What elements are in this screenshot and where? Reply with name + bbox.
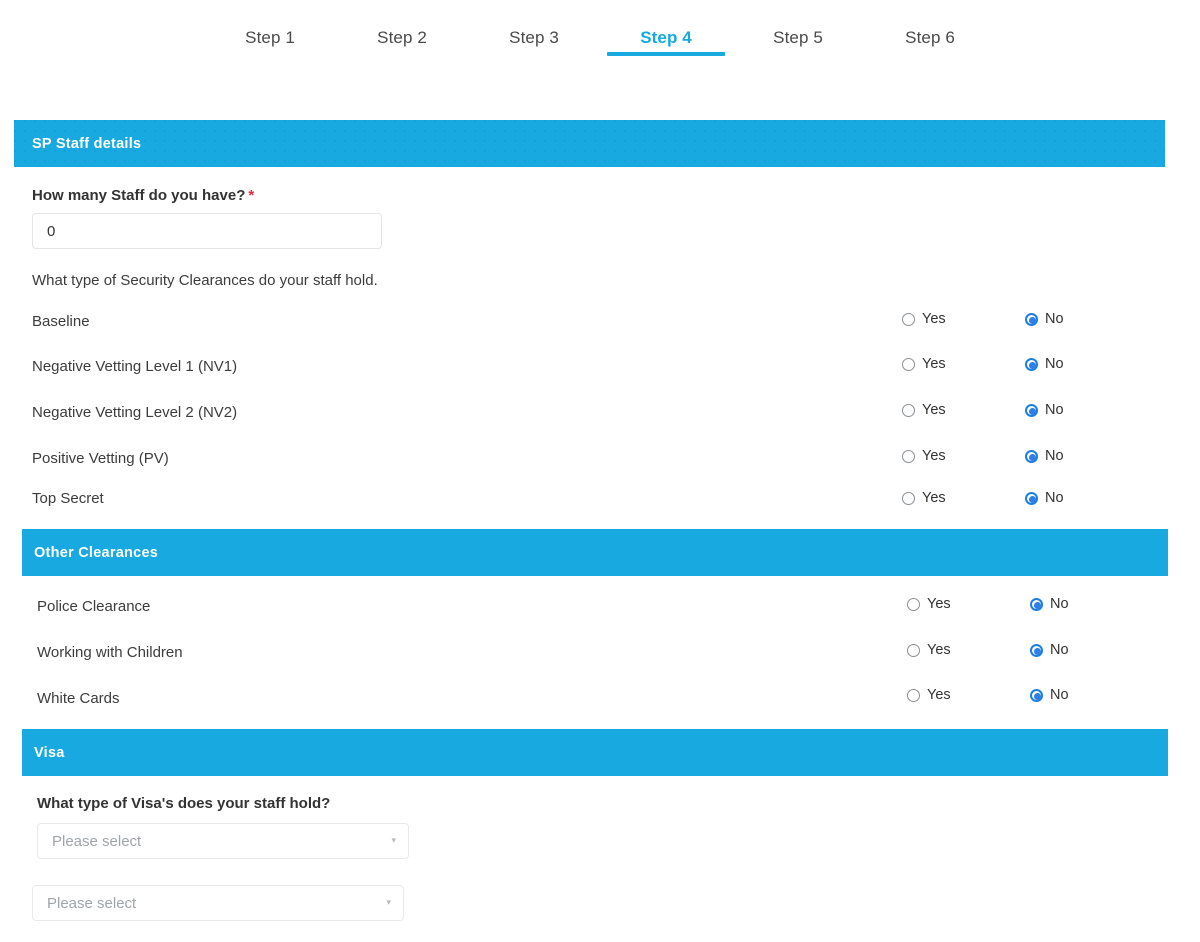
chevron-down-icon: ▾ xyxy=(391,834,396,845)
tab-step-2[interactable]: Step 2 xyxy=(336,0,468,48)
form-page: Step 1 Step 2 Step 3 Step 4 Step 5 Step … xyxy=(0,0,1200,942)
tab-step-3-label: Step 3 xyxy=(509,28,559,47)
other-row-label-white-cards: White Cards xyxy=(37,690,120,707)
tab-step-4[interactable]: Step 4 xyxy=(600,0,732,56)
other-police-clearance-yes-radio[interactable]: Yes xyxy=(907,596,951,612)
clearance-nv2-no-label: No xyxy=(1045,402,1064,418)
security-clearance-question: What type of Security Clearances do your… xyxy=(32,272,378,289)
required-asterisk: * xyxy=(248,187,255,204)
radio-circle-icon xyxy=(907,688,920,702)
clearance-nv1-no-radio[interactable]: No xyxy=(1025,356,1064,372)
clearance-pv-yes-label: Yes xyxy=(922,448,946,464)
visa-type-select-2-value: Please select xyxy=(47,894,137,912)
clearance-row-label-nv1: Negative Vetting Level 1 (NV1) xyxy=(32,358,238,375)
radio-circle-icon xyxy=(907,643,920,657)
clearance-top-secret-yes-radio[interactable]: Yes xyxy=(902,490,946,506)
tab-step-1-label: Step 1 xyxy=(245,28,295,47)
step-navigation: Step 1 Step 2 Step 3 Step 4 Step 5 Step … xyxy=(0,0,1200,86)
clearance-top-secret-no-radio[interactable]: No xyxy=(1025,490,1064,506)
other-working-with-children-no-label: No xyxy=(1050,642,1069,658)
tab-step-5-label: Step 5 xyxy=(773,28,823,47)
radio-circle-icon xyxy=(902,357,915,371)
radio-circle-selected-icon xyxy=(1025,403,1038,417)
radio-circle-icon xyxy=(907,597,920,611)
visa-type-select-2[interactable]: Please select ▾ xyxy=(32,885,404,921)
radio-circle-selected-icon xyxy=(1025,449,1038,463)
tab-step-2-label: Step 2 xyxy=(377,28,427,47)
tab-step-6[interactable]: Step 6 xyxy=(864,0,996,48)
tab-step-1[interactable]: Step 1 xyxy=(204,0,336,48)
visa-type-select-1-value: Please select xyxy=(52,832,142,850)
other-police-clearance-yes-label: Yes xyxy=(927,596,951,612)
radio-circle-selected-icon xyxy=(1025,312,1038,326)
visa-type-question: What type of Visa's does your staff hold… xyxy=(37,795,331,812)
other-white-cards-no-label: No xyxy=(1050,687,1069,703)
other-police-clearance-no-label: No xyxy=(1050,596,1069,612)
other-white-cards-yes-radio[interactable]: Yes xyxy=(907,687,951,703)
visa-type-select-1[interactable]: Please select ▾ xyxy=(37,823,409,859)
tab-step-5[interactable]: Step 5 xyxy=(732,0,864,48)
clearance-nv2-yes-radio[interactable]: Yes xyxy=(902,402,946,418)
other-white-cards-yes-label: Yes xyxy=(927,687,951,703)
clearance-baseline-yes-label: Yes xyxy=(922,311,946,327)
staff-count-input[interactable] xyxy=(32,213,382,249)
clearance-baseline-no-label: No xyxy=(1045,311,1064,327)
tab-step-6-label: Step 6 xyxy=(905,28,955,47)
staff-count-label-text: How many Staff do you have? xyxy=(32,187,246,204)
tab-step-3[interactable]: Step 3 xyxy=(468,0,600,48)
section-header-other-clearances-label: Other Clearances xyxy=(34,544,159,561)
clearance-baseline-yes-radio[interactable]: Yes xyxy=(902,311,946,327)
other-white-cards-no-radio[interactable]: No xyxy=(1030,687,1069,703)
clearance-baseline-no-radio[interactable]: No xyxy=(1025,311,1064,327)
radio-circle-icon xyxy=(902,491,915,505)
clearance-row-label-top-secret: Top Secret xyxy=(32,490,104,507)
other-row-label-police-clearance: Police Clearance xyxy=(37,598,151,615)
clearance-pv-no-label: No xyxy=(1045,448,1064,464)
other-working-with-children-yes-label: Yes xyxy=(927,642,951,658)
section-header-sp-staff-details: SP Staff details xyxy=(14,120,1165,167)
clearance-top-secret-yes-label: Yes xyxy=(922,490,946,506)
clearance-pv-yes-radio[interactable]: Yes xyxy=(902,448,946,464)
tab-step-4-label: Step 4 xyxy=(640,28,692,47)
clearance-pv-no-radio[interactable]: No xyxy=(1025,448,1064,464)
chevron-down-icon: ▾ xyxy=(386,896,391,907)
clearance-nv2-no-radio[interactable]: No xyxy=(1025,402,1064,418)
clearance-nv1-yes-label: Yes xyxy=(922,356,946,372)
other-police-clearance-no-radio[interactable]: No xyxy=(1030,596,1069,612)
clearance-top-secret-no-label: No xyxy=(1045,490,1064,506)
other-working-with-children-yes-radio[interactable]: Yes xyxy=(907,642,951,658)
section-header-visa: Visa xyxy=(22,729,1168,776)
clearance-nv1-no-label: No xyxy=(1045,356,1064,372)
radio-circle-selected-icon xyxy=(1030,688,1043,702)
radio-circle-selected-icon xyxy=(1025,491,1038,505)
radio-circle-selected-icon xyxy=(1030,643,1043,657)
section-header-other-clearances: Other Clearances xyxy=(22,529,1168,576)
radio-circle-selected-icon xyxy=(1030,597,1043,611)
clearance-row-label-nv2: Negative Vetting Level 2 (NV2) xyxy=(32,404,238,421)
radio-circle-icon xyxy=(902,449,915,463)
radio-circle-selected-icon xyxy=(1025,357,1038,371)
other-working-with-children-no-radio[interactable]: No xyxy=(1030,642,1069,658)
clearance-nv2-yes-label: Yes xyxy=(922,402,946,418)
other-row-label-working-with-children: Working with Children xyxy=(37,644,183,661)
clearance-row-label-baseline: Baseline xyxy=(32,313,90,330)
clearance-row-label-pv: Positive Vetting (PV) xyxy=(32,450,169,467)
radio-circle-icon xyxy=(902,403,915,417)
radio-circle-icon xyxy=(902,312,915,326)
clearance-nv1-yes-radio[interactable]: Yes xyxy=(902,356,946,372)
staff-count-label: How many Staff do you have? * xyxy=(32,187,254,204)
section-header-visa-label: Visa xyxy=(34,744,65,761)
section-header-sp-staff-details-label: SP Staff details xyxy=(32,135,142,152)
